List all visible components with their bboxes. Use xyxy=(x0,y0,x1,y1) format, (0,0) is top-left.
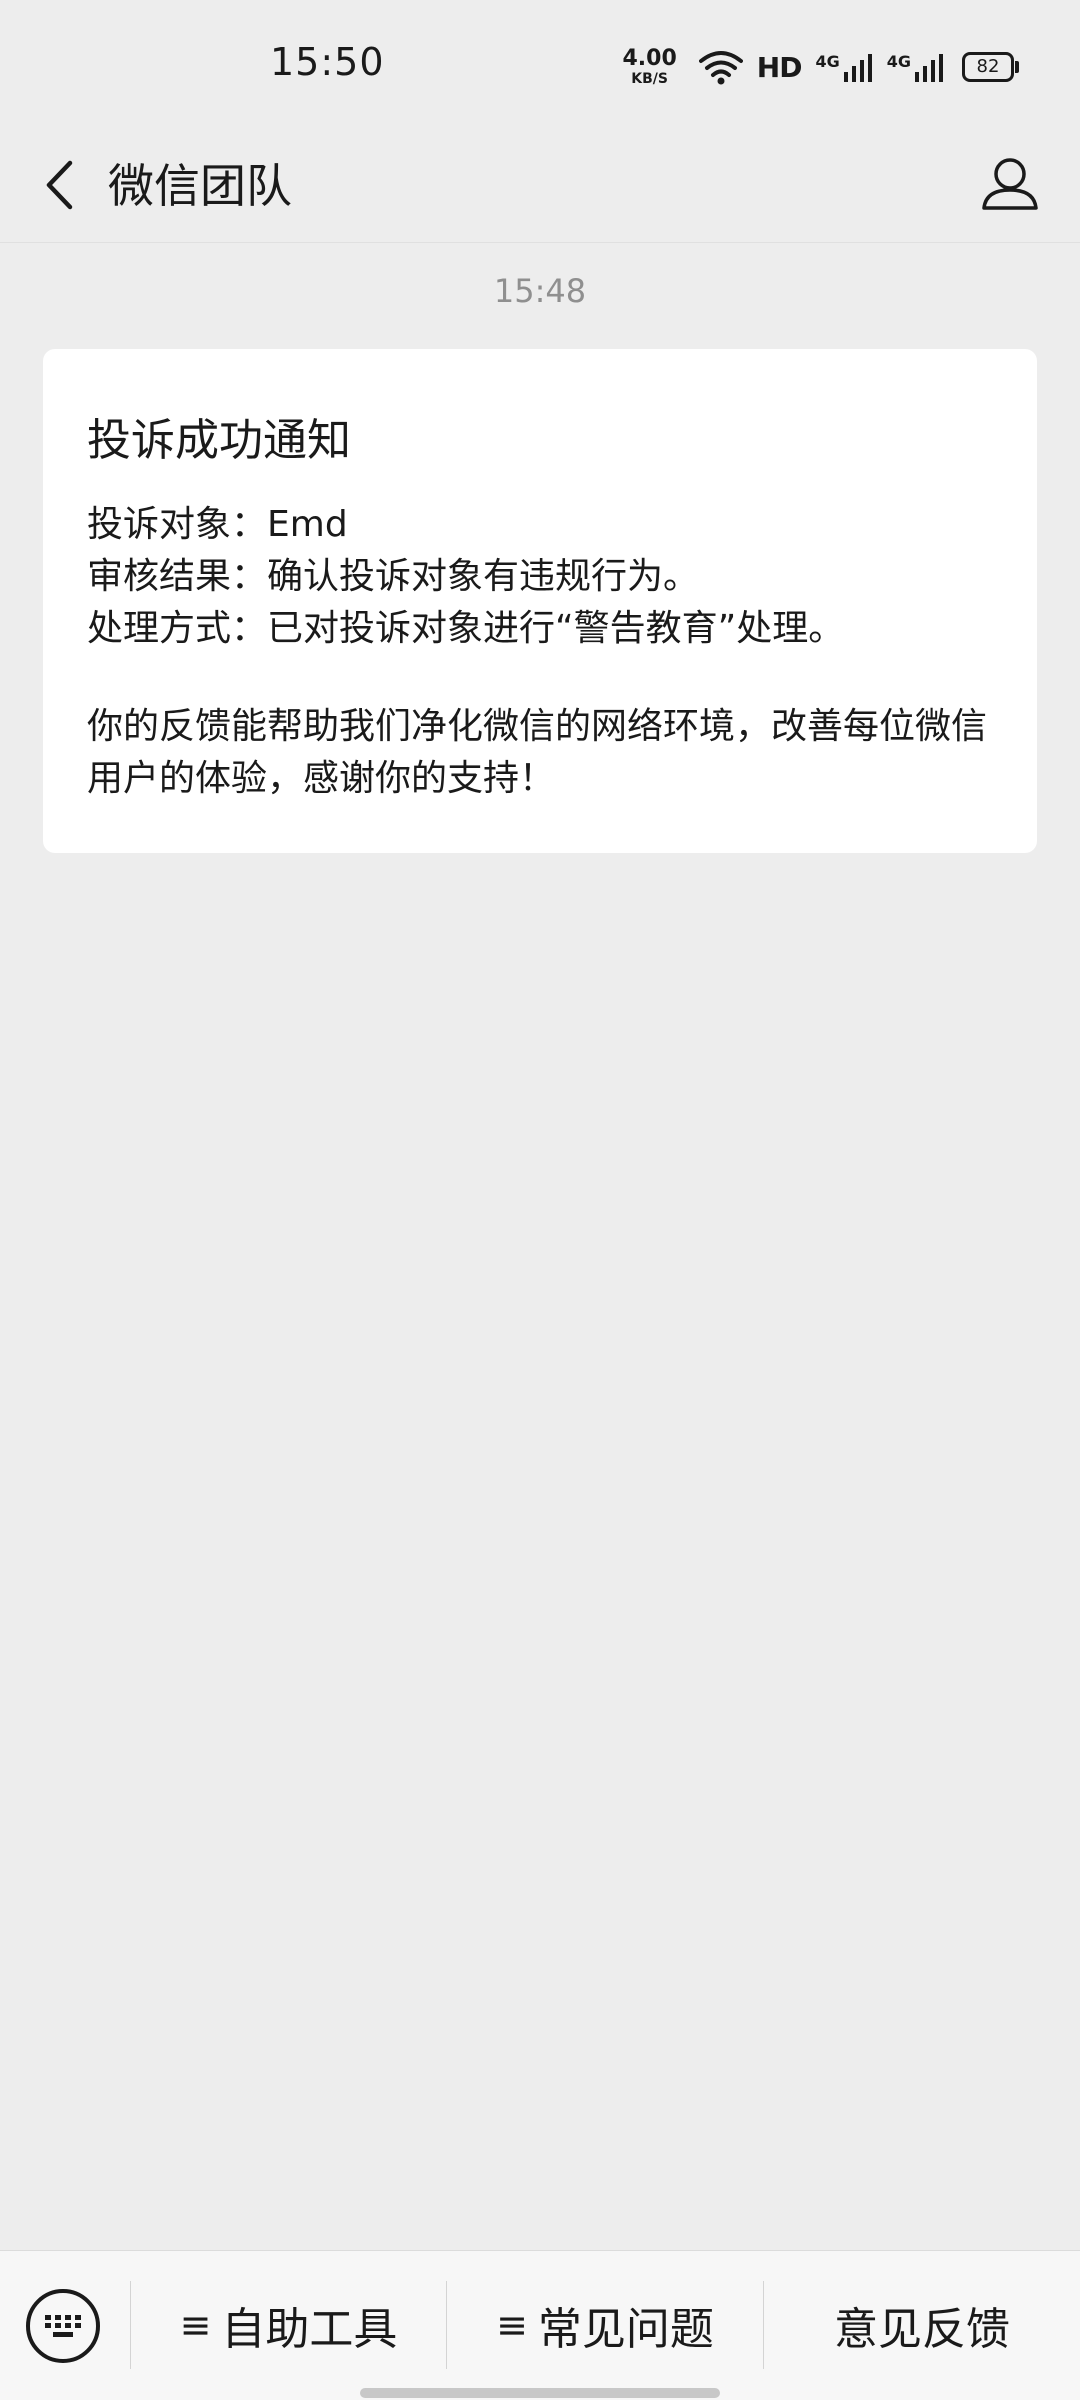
detail-handling-method: 处理方式：已对投诉对象进行“警告教育”处理。 xyxy=(87,608,845,649)
chat-title: 微信团队 xyxy=(108,159,292,213)
card-title: 投诉成功通知 xyxy=(87,415,351,466)
detail-complaint-target: 投诉对象：Emd xyxy=(87,504,348,545)
network-speed-unit: KB/S xyxy=(631,71,668,87)
nav-bar: 微信团队 xyxy=(0,130,1080,243)
signal-bars-icon xyxy=(843,54,872,82)
detail-review-result: 审核结果：确认投诉对象有违规行为。 xyxy=(87,556,700,597)
hd-voice-label: HD xyxy=(756,50,803,84)
signal-4g-2: 4G xyxy=(887,52,944,82)
menu-feedback[interactable]: 意见反馈 xyxy=(764,2281,1080,2369)
menu-list-icon: ≡ xyxy=(179,2303,212,2347)
bottom-menu-bar: ≡ 自助工具 ≡ 常见问题 意见反馈 xyxy=(0,2250,1080,2400)
chevron-left-icon xyxy=(46,160,73,210)
notification-card[interactable]: 投诉成功通知 投诉对象：Emd 审核结果：确认投诉对象有违规行为。 处理方式：已… xyxy=(43,349,1037,853)
signal-4g-2-label: 4G xyxy=(886,52,911,71)
message-timestamp: 15:48 xyxy=(493,272,587,310)
status-bar: 15:50 4.00 KB/S HD 4G 4G 82 xyxy=(0,0,1080,130)
back-button[interactable] xyxy=(24,150,94,220)
status-time: 15:50 xyxy=(270,40,385,84)
card-body-text: 你的反馈能帮助我们净化微信的网络环境，改善每位微信用户的体验，感谢你的支持！ xyxy=(87,706,988,799)
menu-faq[interactable]: ≡ 常见问题 xyxy=(447,2281,763,2369)
signal-4g-1: 4G xyxy=(815,52,872,82)
signal-bars-icon xyxy=(915,54,943,82)
keyboard-icon xyxy=(45,2315,81,2337)
network-speed-value: 4.00 xyxy=(622,46,677,71)
menu-label: 自助工具 xyxy=(221,2304,398,2355)
menu-label: 意见反馈 xyxy=(834,2304,1010,2355)
battery-icon: 82 xyxy=(962,52,1019,82)
status-icons: 4.00 KB/S HD 4G 4G 82 xyxy=(622,44,1019,90)
home-indicator[interactable] xyxy=(360,2388,720,2398)
network-speed: 4.00 KB/S xyxy=(622,46,677,87)
battery-percent: 82 xyxy=(976,56,1000,77)
menu-list-icon: ≡ xyxy=(496,2303,528,2347)
wifi-icon xyxy=(698,51,743,85)
keyboard-toggle-button[interactable] xyxy=(26,2289,100,2363)
profile-button[interactable] xyxy=(972,146,1048,222)
wechat-chat-screen: 15:50 4.00 KB/S HD 4G 4G 82 微信团队 15:48 投… xyxy=(0,0,1080,2400)
menu-self-service-tools[interactable]: ≡ 自助工具 xyxy=(131,2281,446,2369)
person-icon xyxy=(982,158,1038,210)
signal-4g-1-label: 4G xyxy=(815,52,840,71)
menu-label: 常见问题 xyxy=(537,2304,714,2355)
